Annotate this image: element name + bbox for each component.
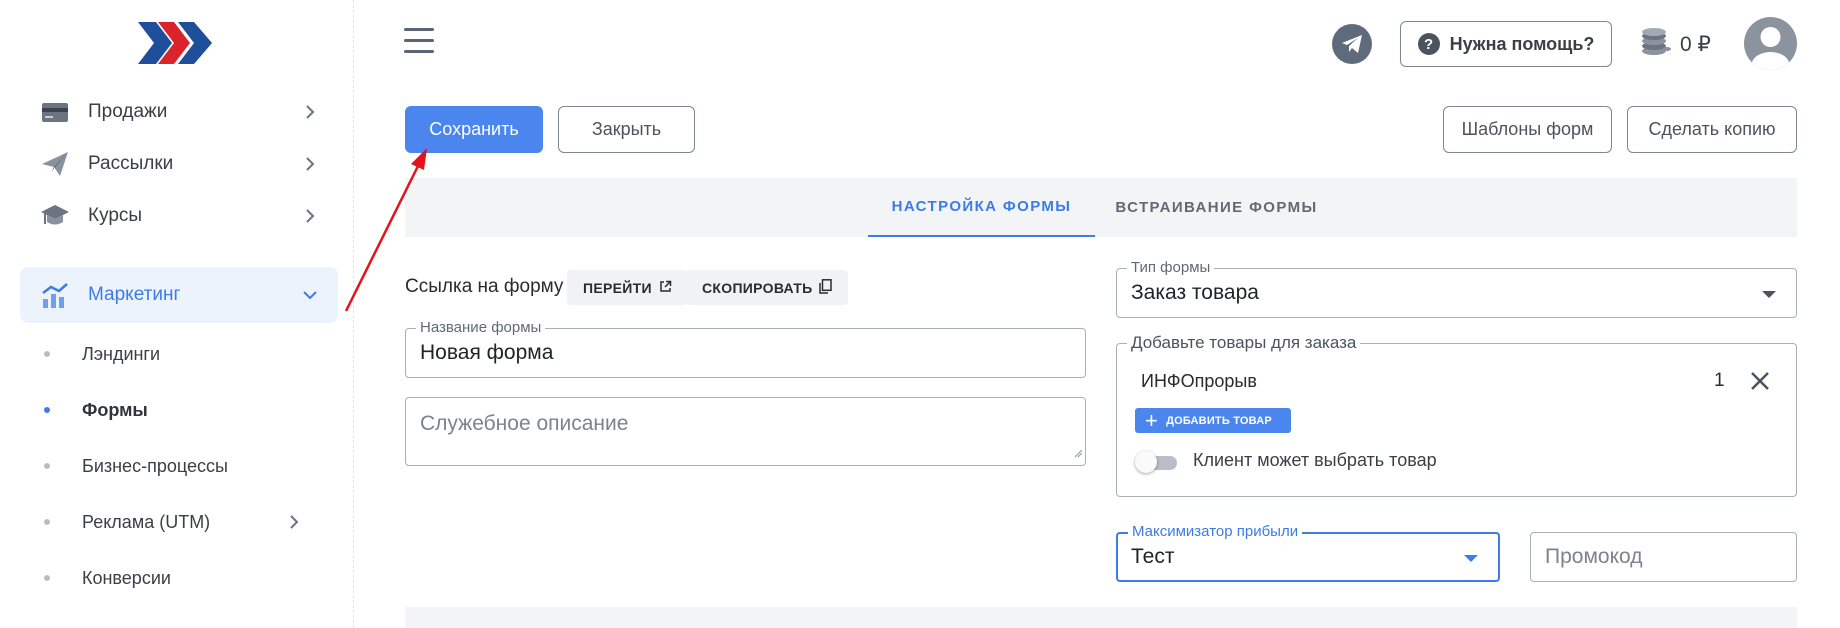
bullet-icon	[44, 463, 50, 469]
avatar[interactable]	[1744, 17, 1797, 70]
chevron-down-icon	[300, 285, 320, 305]
sidebar-item-label: Продажи	[88, 101, 168, 122]
tab-form-settings[interactable]: НАСТРОЙКА ФОРМЫ	[868, 178, 1095, 237]
balance[interactable]: 0 ₽	[1640, 26, 1711, 62]
chevron-right-icon	[284, 512, 304, 532]
sidebar-subitem-label: Бизнес-процессы	[82, 455, 228, 476]
tab-form-embedding[interactable]: ВСТРАИВАНИЕ ФОРМЫ	[1105, 178, 1328, 237]
caret-down-icon	[1464, 555, 1478, 562]
sidebar-subitem-business-processes[interactable]: Бизнес-процессы	[44, 449, 324, 483]
help-button[interactable]: ? Нужна помощь?	[1400, 21, 1612, 67]
coins-icon	[1640, 27, 1672, 62]
promo-code-placeholder: Промокод	[1545, 545, 1643, 568]
form-link-label: Ссылка на форму	[405, 276, 564, 297]
sidebar-item-label: Курсы	[88, 205, 143, 226]
tabs-bar: НАСТРОЙКА ФОРМЫ ВСТРАИВАНИЕ ФОРМЫ	[405, 178, 1797, 237]
bullet-icon	[44, 407, 50, 413]
sidebar-item-marketing[interactable]: Маркетинг	[20, 267, 338, 323]
graduation-cap-icon	[40, 202, 70, 230]
sidebar-subitem-label: Реклама (UTM)	[82, 511, 211, 532]
profit-maximizer-value: Тест	[1131, 545, 1175, 568]
sidebar-item-courses[interactable]: Курсы	[20, 188, 338, 244]
logo-icon[interactable]	[136, 20, 214, 66]
description-placeholder: Служебное описание	[420, 412, 629, 435]
sidebar-subitem-landings[interactable]: Лэндинги	[44, 337, 324, 371]
sidebar-item-mailings[interactable]: Рассылки	[20, 136, 338, 192]
sidebar-item-label: Рассылки	[88, 153, 174, 174]
profit-maximizer-select[interactable]: Максимизатор прибыли Тест	[1116, 524, 1500, 582]
menu-icon[interactable]	[404, 28, 434, 56]
sidebar-item-sales[interactable]: Продажи	[20, 84, 338, 140]
sidebar-subitem-label: Лэндинги	[82, 343, 161, 364]
chevron-right-icon	[300, 102, 320, 122]
remove-product-icon[interactable]	[1749, 370, 1771, 392]
products-legend: Добавьте товары для заказа	[1127, 333, 1361, 353]
question-icon: ?	[1417, 33, 1440, 55]
product-name: ИНФОпрорыв	[1141, 371, 1257, 391]
product-qty[interactable]: 1	[1714, 370, 1725, 392]
form-templates-button[interactable]: Шаблоны форм	[1443, 106, 1612, 153]
close-button[interactable]: Закрыть	[558, 106, 695, 153]
plus-icon: +	[1145, 407, 1159, 433]
promo-code-input[interactable]: Промокод	[1530, 532, 1797, 582]
sidebar-subitem-label: Конверсии	[82, 567, 171, 588]
bottom-section	[405, 607, 1797, 628]
form-name-legend: Название формы	[416, 320, 546, 336]
sidebar-subitem-label: Формы	[82, 399, 148, 420]
chevron-right-icon	[300, 206, 320, 226]
copy-icon	[819, 278, 833, 297]
goto-link-button[interactable]: ПЕРЕЙТИ	[567, 270, 688, 305]
paper-plane-icon	[40, 150, 70, 178]
form-name-field[interactable]: Название формы Новая форма	[405, 320, 1086, 378]
save-button[interactable]: Сохранить	[405, 106, 543, 153]
sidebar-subitem-ads-utm[interactable]: Реклама (UTM)	[44, 505, 324, 539]
sidebar-subitem-conversions[interactable]: Конверсии	[44, 561, 324, 595]
copy-link-label: СКОПИРОВАТЬ	[702, 279, 813, 296]
telegram-icon[interactable]	[1332, 24, 1372, 64]
help-label: Нужна помощь?	[1449, 33, 1595, 54]
sidebar: Продажи Рассылки Курсы Маркетинг Лэндинг…	[0, 0, 354, 628]
client-choose-label: Клиент может выбрать товар	[1193, 450, 1437, 470]
balance-value: 0 ₽	[1680, 32, 1711, 56]
bullet-icon	[44, 575, 50, 581]
goto-link-label: ПЕРЕЙТИ	[583, 279, 652, 296]
description-textarea[interactable]: Служебное описание	[405, 397, 1086, 466]
bullet-icon	[44, 519, 50, 525]
make-copy-button[interactable]: Сделать копию	[1627, 106, 1797, 153]
copy-link-button[interactable]: СКОПИРОВАТЬ	[686, 270, 849, 305]
bullet-icon	[44, 351, 50, 357]
form-name-value: Новая форма	[420, 341, 554, 364]
resize-handle-icon[interactable]	[1073, 445, 1083, 463]
add-product-label: ДОБАВИТЬ ТОВАР	[1166, 414, 1272, 427]
caret-down-icon	[1762, 291, 1776, 298]
sidebar-subitem-forms[interactable]: Формы	[44, 393, 324, 427]
form-type-select[interactable]: Тип формы Заказ товара	[1116, 260, 1797, 318]
external-link-icon	[659, 280, 672, 296]
client-choose-toggle[interactable]	[1135, 451, 1179, 473]
form-type-value: Заказ товара	[1131, 281, 1259, 304]
sidebar-item-label: Маркетинг	[88, 284, 181, 305]
add-product-button[interactable]: + ДОБАВИТЬ ТОВАР	[1135, 408, 1291, 433]
profit-maximizer-legend: Максимизатор прибыли	[1128, 524, 1303, 540]
card-icon	[40, 98, 70, 126]
chart-icon	[40, 281, 70, 309]
chevron-right-icon	[300, 154, 320, 174]
form-type-legend: Тип формы	[1127, 260, 1215, 276]
products-box: Добавьте товары для заказа ИНФОпрорыв 1 …	[1116, 333, 1797, 497]
